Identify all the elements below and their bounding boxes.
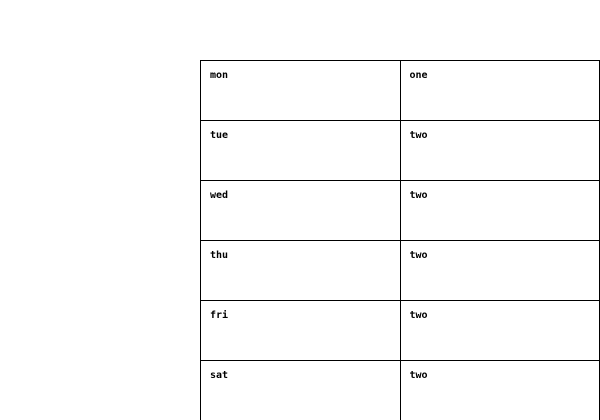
value-cell: one bbox=[399, 60, 600, 121]
value-label: two bbox=[409, 250, 428, 261]
day-label: fri bbox=[210, 310, 229, 321]
day-label: mon bbox=[210, 70, 229, 81]
day-label: sat bbox=[210, 370, 229, 381]
value-cell: two bbox=[399, 120, 600, 181]
day-cell: tue bbox=[200, 120, 401, 181]
value-label: two bbox=[409, 190, 428, 201]
day-label: tue bbox=[210, 130, 229, 141]
day-cell: sat bbox=[200, 360, 401, 420]
table-row: thu two bbox=[200, 240, 600, 301]
table-row: fri two bbox=[200, 300, 600, 361]
value-label: one bbox=[409, 70, 428, 81]
page: mon one tue two wed two thu two fri two … bbox=[0, 0, 600, 420]
value-cell: two bbox=[399, 180, 600, 241]
value-label: two bbox=[409, 310, 428, 321]
day-label: wed bbox=[210, 190, 229, 201]
day-cell: thu bbox=[200, 240, 401, 301]
day-table: mon one tue two wed two thu two fri two … bbox=[200, 60, 600, 420]
table-row: tue two bbox=[200, 120, 600, 181]
value-cell: two bbox=[399, 300, 600, 361]
day-cell: mon bbox=[200, 60, 401, 121]
day-cell: fri bbox=[200, 300, 401, 361]
table-row: mon one bbox=[200, 60, 600, 121]
day-label: thu bbox=[210, 250, 229, 261]
table-row: sat two bbox=[200, 360, 600, 420]
day-cell: wed bbox=[200, 180, 401, 241]
value-label: two bbox=[409, 130, 428, 141]
value-cell: two bbox=[399, 360, 600, 420]
table-row: wed two bbox=[200, 180, 600, 241]
value-label: two bbox=[409, 370, 428, 381]
value-cell: two bbox=[399, 240, 600, 301]
